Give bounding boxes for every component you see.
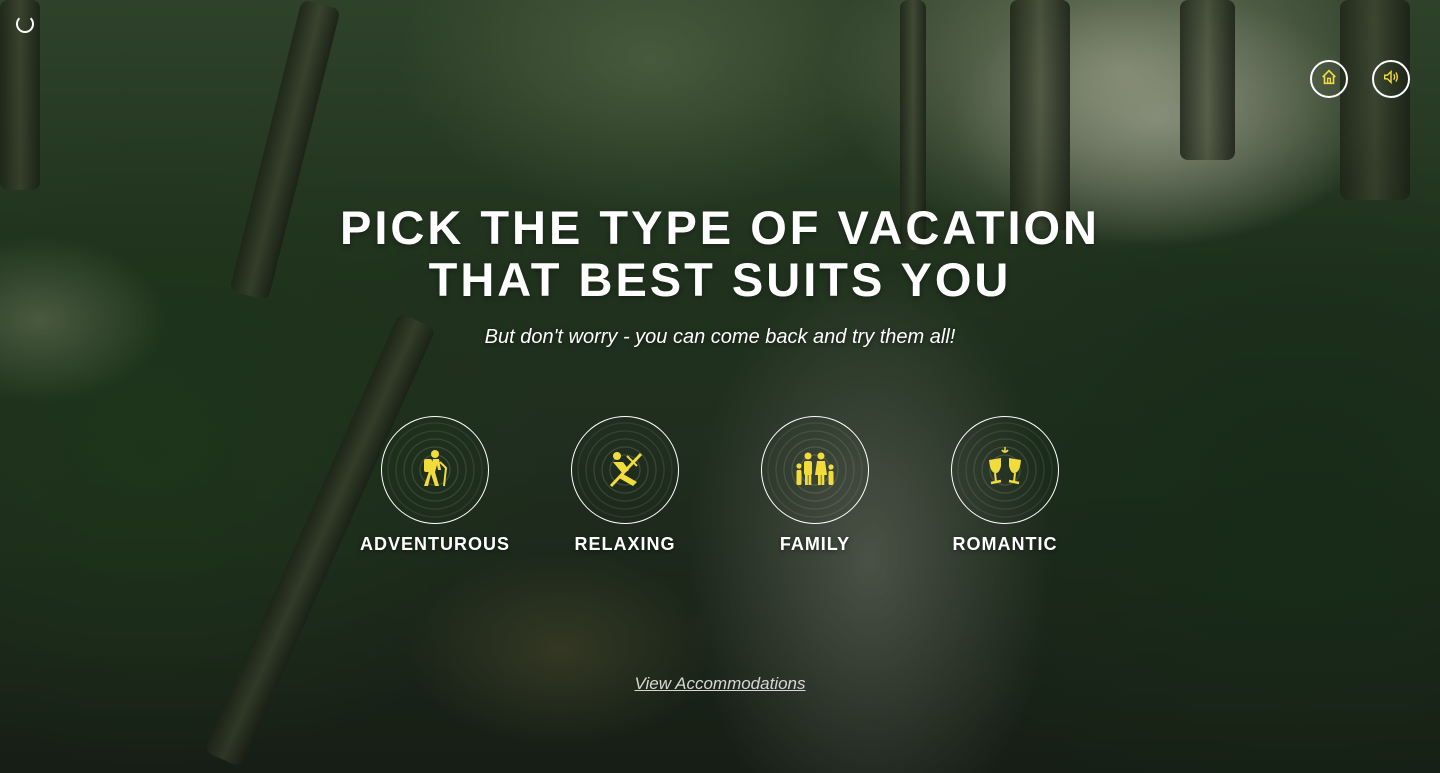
option-label: ROMANTIC xyxy=(952,534,1058,554)
option-circle[interactable] xyxy=(381,416,489,524)
option-adventurous[interactable]: ADVENTUROUS xyxy=(345,416,525,555)
option-relaxing[interactable]: RELAXING xyxy=(535,416,715,555)
page-title: PICK THE TYPE OF VACATION THAT BEST SUIT… xyxy=(0,202,1440,306)
hiker-icon xyxy=(413,446,457,495)
background-overlay xyxy=(0,0,1440,773)
speaker-icon xyxy=(1382,68,1400,91)
option-circle[interactable] xyxy=(571,416,679,524)
sunbather-icon xyxy=(603,446,647,495)
title-line-1: PICK THE TYPE OF VACATION xyxy=(339,201,1100,254)
option-label: RELAXING xyxy=(574,534,676,554)
home-button[interactable] xyxy=(1310,60,1348,98)
family-icon xyxy=(793,446,837,495)
vacation-type-options: ADVENTUROUS RELAXING FAMILY ROMANTIC xyxy=(0,416,1440,566)
home-icon xyxy=(1320,68,1338,91)
loading-ring-icon xyxy=(16,15,34,33)
option-circle[interactable] xyxy=(951,416,1059,524)
option-family[interactable]: FAMILY xyxy=(725,416,905,555)
sound-toggle-button[interactable] xyxy=(1372,60,1410,98)
wine-glasses-icon xyxy=(983,446,1027,495)
view-accommodations-link[interactable]: View Accommodations xyxy=(0,674,1440,694)
option-circle[interactable] xyxy=(761,416,869,524)
option-romantic[interactable]: ROMANTIC xyxy=(915,416,1095,555)
option-label: FAMILY xyxy=(779,534,851,554)
subtitle: But don't worry - you can come back and … xyxy=(484,326,956,348)
title-line-2: THAT BEST SUITS YOU xyxy=(428,253,1012,306)
option-label: ADVENTUROUS xyxy=(359,534,510,554)
